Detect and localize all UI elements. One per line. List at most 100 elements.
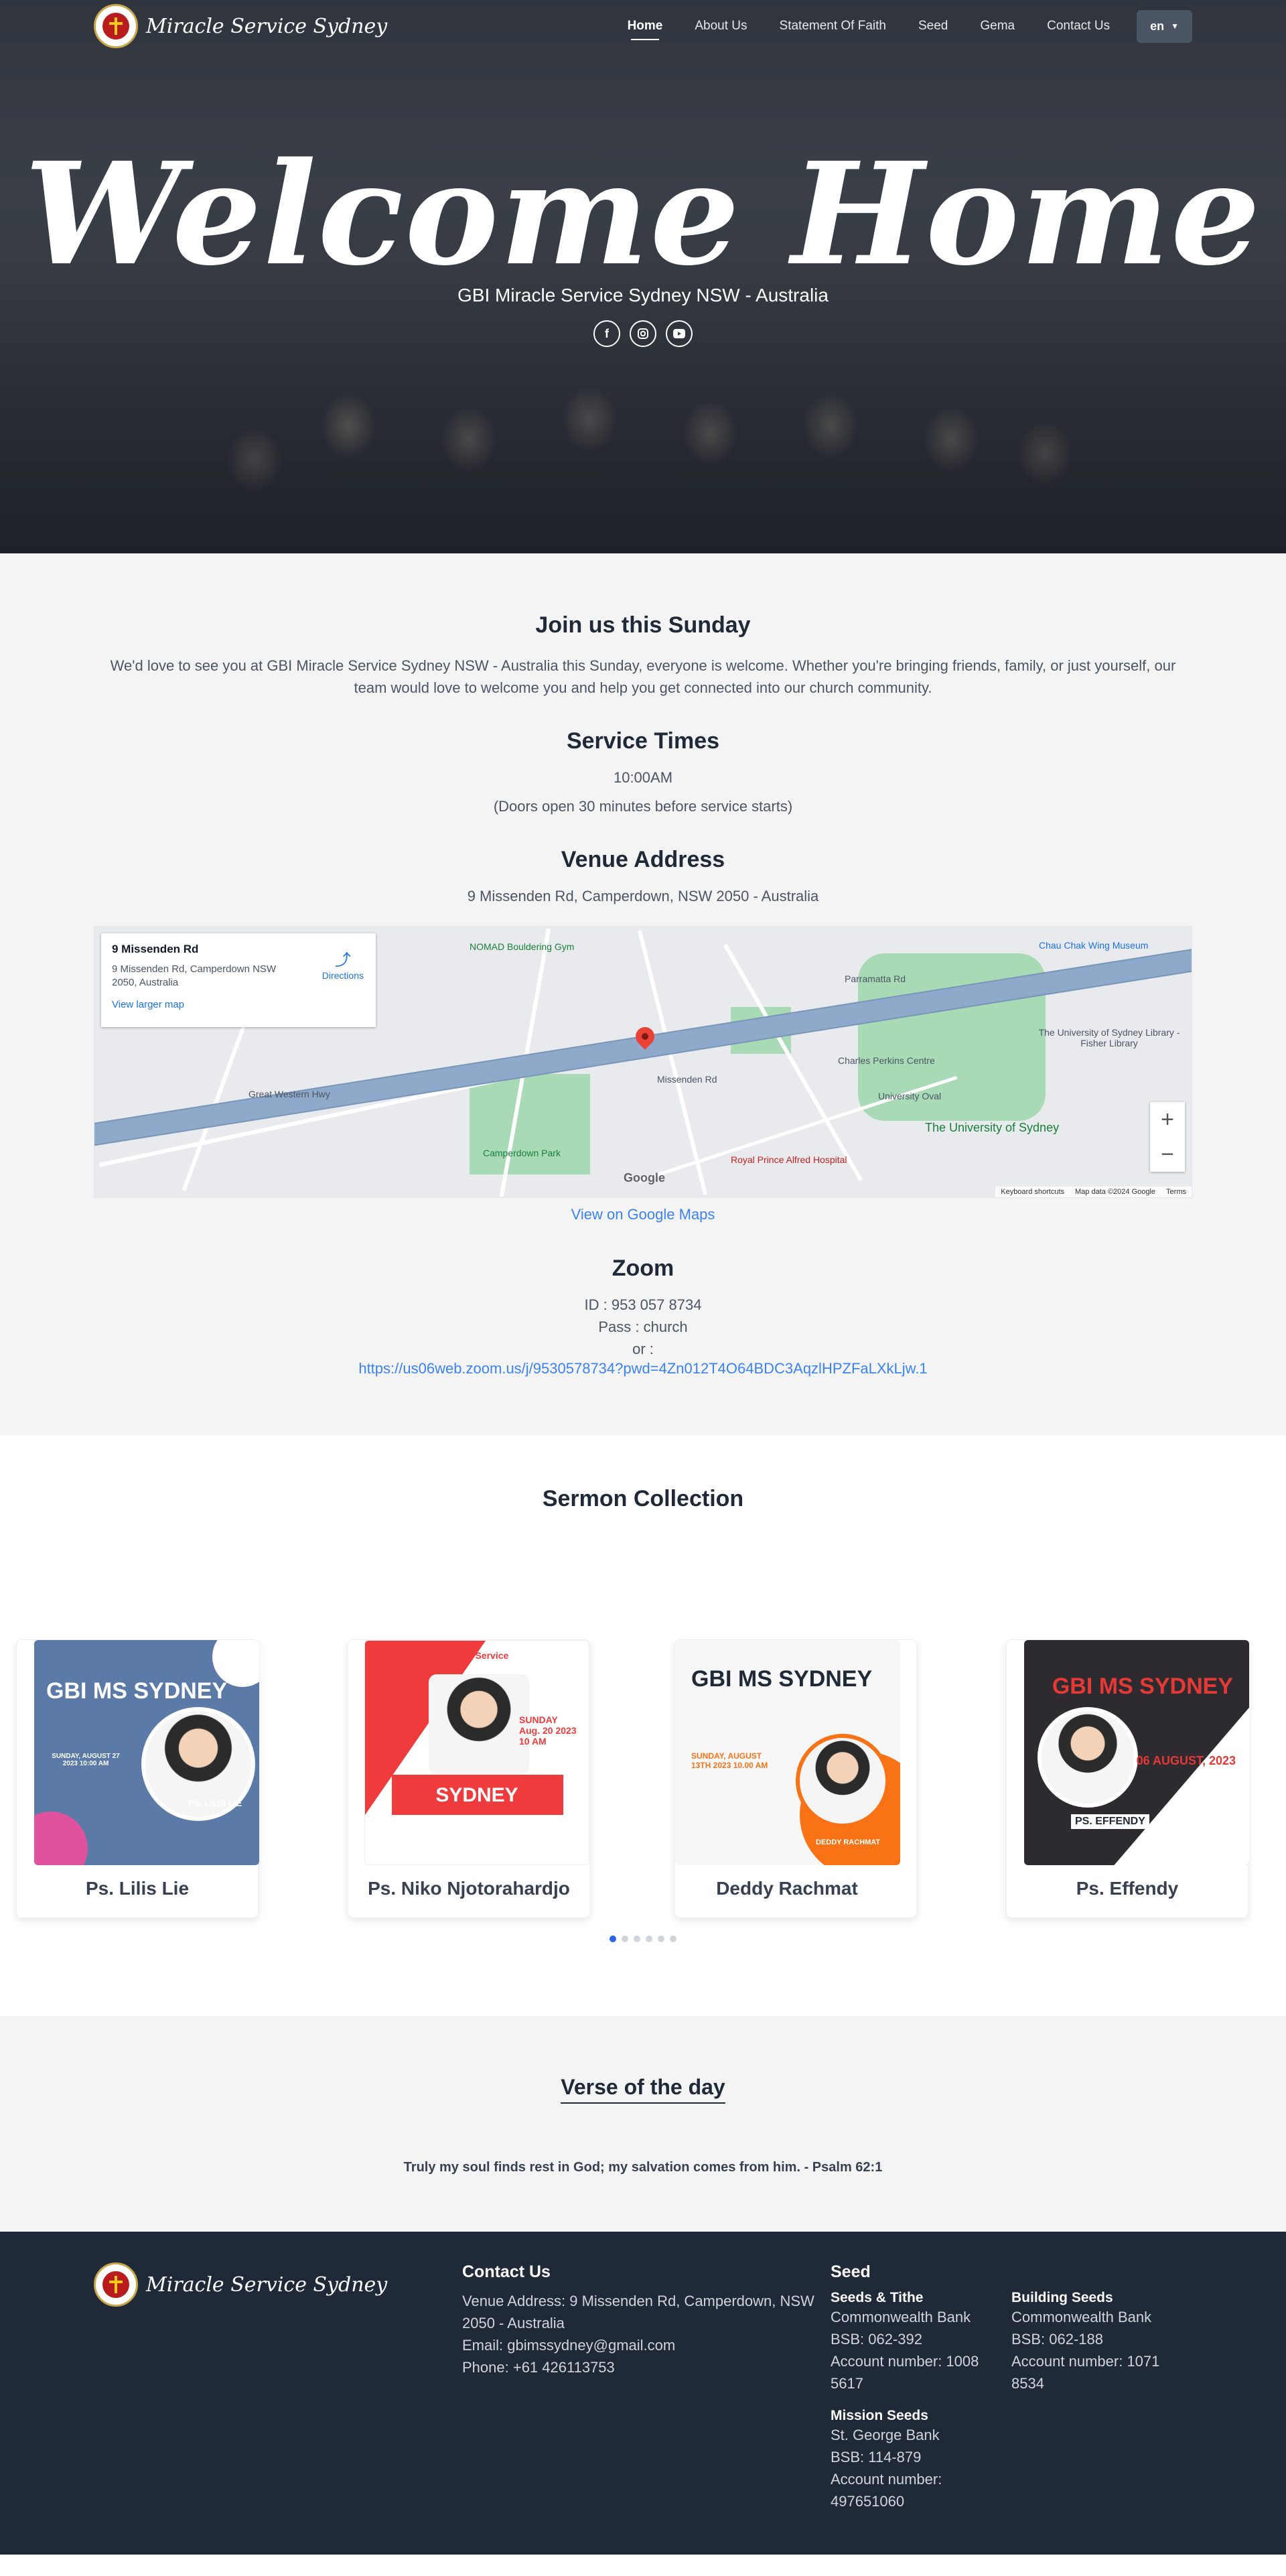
- sermon-card[interactable]: GBI MS SYDNEY SUNDAY, AUGUST 13TH 2023 1…: [674, 1639, 917, 1918]
- map-label: Royal Prince Alfred Hospital: [731, 1154, 847, 1165]
- map-label: Chau Chak Wing Museum: [1039, 940, 1149, 951]
- church-logo: [94, 2262, 138, 2307]
- sermon-speaker-name: Ps. Effendy: [1076, 1878, 1179, 1899]
- terms-link[interactable]: Terms: [1166, 1188, 1186, 1196]
- seed-bsb: BSB: 062-392: [831, 2331, 922, 2348]
- seed-block-tithe: Seeds & Tithe Commonwealth Bank BSB: 062…: [831, 2290, 1011, 2394]
- zoom-id: ID : 953 057 8734: [584, 1296, 702, 1313]
- language-selector[interactable]: en ▼: [1137, 9, 1192, 43]
- seed-account: Account number: 1071 8534: [1011, 2353, 1160, 2392]
- sermon-card[interactable]: GBI MS SYDNEY SUNDAY, AUGUST 27 2023 10:…: [16, 1639, 259, 1918]
- seed-block-building: Building Seeds Commonwealth Bank BSB: 06…: [1011, 2290, 1192, 2394]
- join-title: Join us this Sunday: [535, 612, 751, 638]
- sermon-section: Sermon Collection GBI MS SYDNEY SUNDAY, …: [0, 1435, 1286, 2016]
- footer-contact-title: Contact Us: [462, 2262, 551, 2281]
- footer: Miracle Service Sydney Contact Us Venue …: [0, 2232, 1286, 2555]
- verse-text: Truly my soul finds rest in God; my salv…: [403, 2160, 883, 2175]
- map-zoom-controls: + −: [1150, 1102, 1185, 1172]
- map-attribution: Keyboard shortcuts Map data ©2024 Google…: [995, 1187, 1192, 1197]
- zoom-in-icon[interactable]: +: [1161, 1107, 1174, 1133]
- zoom-link[interactable]: https://us06web.zoom.us/j/9530578734?pwd…: [94, 1360, 1192, 1377]
- language-value: en: [1150, 19, 1165, 33]
- seed-title: Building Seeds: [1011, 2290, 1113, 2305]
- sermon-card[interactable]: GBI MS SYDNEY 06 AUGUST, 2023 PS. EFFEND…: [1006, 1639, 1249, 1918]
- footer-venue: Venue Address: 9 Missenden Rd, Camperdow…: [462, 2293, 814, 2331]
- map-data-label: Map data ©2024 Google: [1075, 1188, 1156, 1196]
- carousel-dot[interactable]: [622, 1936, 628, 1942]
- church-logo: [94, 4, 138, 48]
- map-info-card: 9 Missenden Rd 9 Missenden Rd, Camperdow…: [101, 933, 376, 1027]
- sermon-carousel: GBI MS SYDNEY SUNDAY, AUGUST 27 2023 10:…: [0, 1639, 1286, 1925]
- directions-icon: ⤴: [334, 951, 351, 969]
- nav-link-contact-us[interactable]: Contact Us: [1047, 13, 1110, 39]
- service-times-title: Service Times: [566, 728, 720, 754]
- view-on-google-maps-link[interactable]: View on Google Maps: [94, 1206, 1192, 1223]
- google-map[interactable]: Parramatta Rd Great Western Hwy NOMAD Bo…: [94, 926, 1192, 1198]
- nav-links: Home About Us Statement Of Faith Seed Ge…: [628, 9, 1192, 43]
- hero: Miracle Service Sydney Home About Us Sta…: [0, 0, 1286, 553]
- nav-link-gema[interactable]: Gema: [980, 13, 1015, 39]
- verse-section: Verse of the day Truly my soul finds res…: [0, 2016, 1286, 2232]
- google-logo: Google: [624, 1171, 665, 1184]
- hero-title: Welcome Home: [24, 131, 1262, 297]
- map-label: The University of Sydney Library - Fishe…: [1038, 1027, 1180, 1048]
- directions-button[interactable]: ⤴ Directions: [322, 947, 364, 981]
- sermon-speaker-name: Ps. Niko Njotorahardjo: [368, 1878, 570, 1899]
- nav-link-about-us[interactable]: About Us: [695, 13, 747, 39]
- directions-label: Directions: [322, 970, 364, 981]
- brand[interactable]: Miracle Service Sydney: [94, 4, 387, 48]
- seed-bank: St. George Bank: [831, 2427, 940, 2443]
- sermon-title: Sermon Collection: [542, 1486, 744, 1511]
- seed-bank: Commonwealth Bank: [1011, 2309, 1152, 2325]
- service-note: (Doors open 30 minutes before service st…: [493, 798, 793, 815]
- map-label: University Oval: [878, 1091, 942, 1101]
- instagram-icon[interactable]: [630, 320, 656, 347]
- keyboard-shortcuts-link[interactable]: Keyboard shortcuts: [1001, 1188, 1064, 1196]
- footer-logo-link[interactable]: Miracle Service Sydney: [94, 2262, 462, 2307]
- nav-link-home[interactable]: Home: [628, 13, 662, 40]
- seed-bsb: BSB: 062-188: [1011, 2331, 1103, 2348]
- sermon-poster: GBI MS SYDNEY SUNDAY, AUGUST 13TH 2023 1…: [675, 1640, 900, 1865]
- seed-title: Mission Seeds: [831, 2408, 928, 2423]
- social-links: f: [0, 320, 1286, 347]
- sermon-poster: GBI MS SYDNEY SUNDAY, AUGUST 27 2023 10:…: [34, 1640, 259, 1865]
- zoom-title: Zoom: [612, 1256, 674, 1281]
- carousel-dot[interactable]: [610, 1936, 616, 1942]
- seed-block-mission: Mission Seeds St. George Bank BSB: 114-8…: [831, 2408, 1011, 2512]
- carousel-dot[interactable]: [670, 1936, 676, 1942]
- sermon-card[interactable]: Sunday Service SUNDAY Aug. 20 2023 10 AM…: [348, 1639, 590, 1918]
- sermon-speaker-name: Ps. Lilis Lie: [85, 1878, 190, 1899]
- carousel-dot[interactable]: [658, 1936, 664, 1942]
- map-label: Parramatta Rd: [845, 973, 906, 984]
- join-description: We'd love to see you at GBI Miracle Serv…: [110, 657, 1176, 696]
- venue-address: 9 Missenden Rd, Camperdown, NSW 2050 - A…: [467, 888, 819, 904]
- nav-link-seed[interactable]: Seed: [918, 13, 948, 39]
- zoom-or: or :: [632, 1341, 654, 1357]
- footer-seed-title: Seed: [831, 2262, 871, 2281]
- seed-account: Account number: 497651060: [831, 2471, 942, 2510]
- brand-name: Miracle Service Sydney: [146, 14, 388, 38]
- map-label: Missenden Rd: [657, 1074, 717, 1085]
- footer-brand-name: Miracle Service Sydney: [146, 2273, 388, 2297]
- sermon-poster: Sunday Service SUNDAY Aug. 20 2023 10 AM…: [364, 1640, 589, 1865]
- facebook-icon[interactable]: f: [593, 320, 620, 347]
- verse-title: Verse of the day: [561, 2075, 725, 2104]
- venue-title: Venue Address: [561, 847, 725, 872]
- nav-link-statement-of-faith[interactable]: Statement Of Faith: [780, 13, 886, 39]
- map-label: Great Western Hwy: [248, 1089, 330, 1099]
- view-larger-map-link[interactable]: View larger map: [112, 999, 365, 1010]
- seed-bsb: BSB: 114-879: [831, 2449, 922, 2465]
- hero-subtitle: GBI Miracle Service Sydney NSW - Austral…: [457, 285, 829, 306]
- speaker-photo: [429, 1674, 529, 1775]
- carousel-dot[interactable]: [646, 1936, 652, 1942]
- join-section: Join us this Sunday We'd love to see you…: [0, 553, 1286, 1435]
- footer-seed: Seed Seeds & Tithe Commonwealth Bank BSB…: [831, 2262, 1192, 2555]
- youtube-icon[interactable]: [666, 320, 693, 347]
- footer-brand: Miracle Service Sydney: [94, 2262, 462, 2555]
- zoom-out-icon[interactable]: −: [1161, 1142, 1174, 1168]
- footer-email: Email: gbimssydney@gmail.com: [462, 2337, 676, 2354]
- map-label: NOMAD Bouldering Gym: [470, 941, 575, 952]
- speaker-photo: [1038, 1707, 1138, 1808]
- carousel-dot[interactable]: [634, 1936, 640, 1942]
- footer-contact: Contact Us Venue Address: 9 Missenden Rd…: [462, 2262, 831, 2555]
